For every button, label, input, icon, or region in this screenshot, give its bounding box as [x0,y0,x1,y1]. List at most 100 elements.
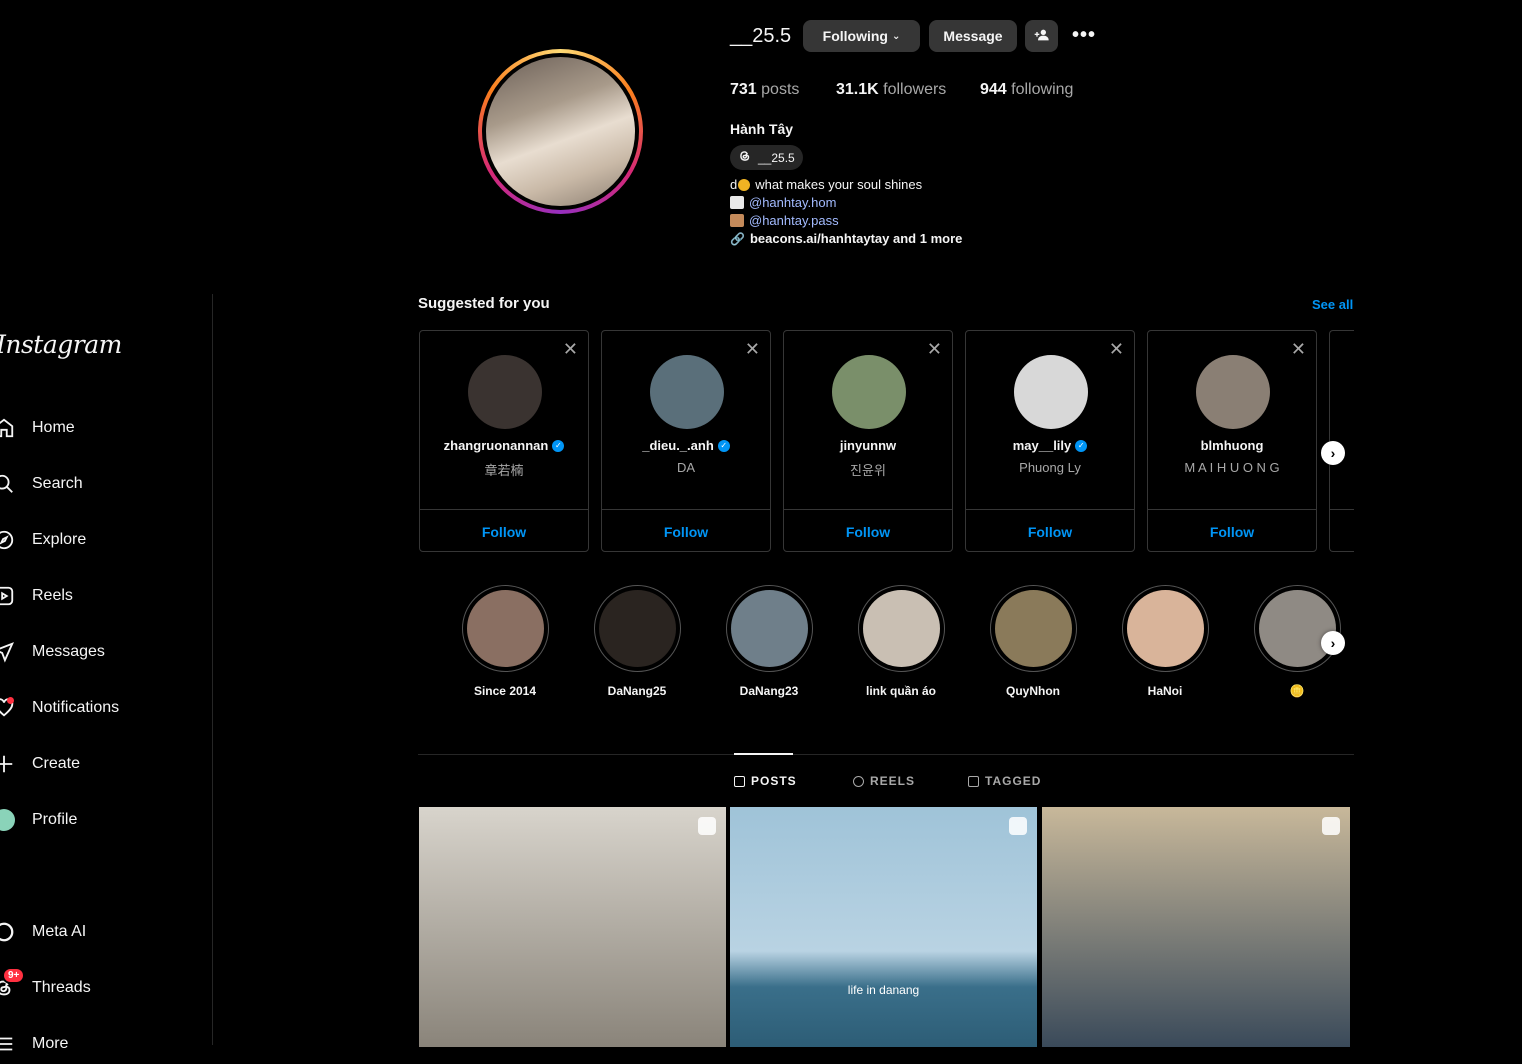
dismiss-icon[interactable]: ✕ [745,339,760,360]
nav-search[interactable]: Search [0,464,83,504]
nav-label: Threads [32,979,91,996]
dismiss-icon[interactable]: ✕ [927,339,942,360]
post-thumbnail[interactable] [419,807,726,1047]
avatar[interactable] [832,355,906,429]
card-divider [602,509,770,510]
notification-dot [7,697,14,704]
tag-icon [968,775,979,787]
profile-picture [486,57,635,206]
tab-tagged[interactable]: TAGGED [968,774,1041,788]
dismiss-icon[interactable]: ✕ [1291,339,1306,360]
avatar[interactable] [1014,355,1088,429]
nav-home[interactable]: Home [0,408,75,448]
verified-badge-icon: ✓ [1075,439,1088,452]
verified-badge-icon: ✓ [552,439,565,452]
send-icon [0,640,16,664]
bio-mention-link[interactable]: @hanhtay.hom [749,195,836,210]
threads-profile-link[interactable]: __25.5 [730,145,803,170]
avatar[interactable] [650,355,724,429]
tabs-divider [418,754,1354,755]
followers-label: followers [883,81,947,98]
nav-label: Explore [32,531,87,548]
avatar[interactable] [1196,355,1270,429]
suggested-username[interactable]: zhangruonannan ✓ [420,438,588,453]
profile-full-name: Hành Tây [730,121,794,137]
bio-line-1: d what makes your soul shines [730,177,922,192]
post-caption-overlay: life in danang [847,983,920,997]
link-icon: 🔗 [730,231,745,246]
nav-meta-ai[interactable]: Meta AI [0,912,86,952]
story-highlight[interactable]: QuyNhon [989,585,1077,698]
nav-more[interactable]: More [0,1024,68,1064]
suggested-card: ✕ zhangruonannan ✓ 章若楠 Follow [419,330,589,552]
suggested-next-arrow-icon[interactable]: › [1321,441,1345,465]
nav-label: Home [32,419,75,436]
nav-label: More [32,1035,69,1052]
story-highlight[interactable]: link quần áo [857,585,945,698]
bio-text: what makes your soul shines [755,177,923,192]
follow-button[interactable]: Follow [420,524,588,540]
suggested-username-text: jinyunnw [839,438,897,453]
suggested-username[interactable]: _dieu._.anh ✓ [602,438,770,453]
see-all-link[interactable]: See all [1312,297,1353,312]
tab-posts[interactable]: POSTS [734,774,797,788]
instagram-logo[interactable]: Instagram [0,330,122,359]
more-options-icon[interactable]: ••• [1072,24,1096,47]
nav-notifications[interactable]: Notifications [0,688,119,728]
bio-line-2: @hanhtay.hom [730,195,836,210]
suggested-card: ✕ may__lily ✓ Phuong Ly Follow [965,330,1135,552]
tab-reels[interactable]: REELS [853,774,915,788]
posts-count-value: 731 [730,81,757,98]
highlight-ring [989,585,1077,672]
follow-button[interactable]: Follow [784,524,952,540]
story-highlight[interactable]: DaNang25 [593,585,681,698]
bio-mention-link[interactable]: @hanhtay.pass [749,213,839,228]
story-highlight[interactable]: DaNang23 [725,585,813,698]
suggested-username[interactable]: may__lily ✓ [966,438,1134,453]
tab-label: REELS [870,774,916,788]
highlights-next-arrow-icon[interactable]: › [1321,631,1345,655]
follow-button[interactable]: Follow [602,524,770,540]
highlight-ring [461,585,549,672]
bio-external-link[interactable]: 🔗 beacons.ai/hanhtaytay and 1 more [730,231,962,246]
suggested-card: ✕ jinyunnw 진윤위 Follow [783,330,953,552]
suggested-username-text: _dieu._.anh [642,438,714,453]
threads-handle: __25.5 [758,150,795,165]
nav-messages[interactable]: Messages [0,632,105,672]
posts-label: posts [761,81,800,98]
story-highlight[interactable]: Since 2014 [461,585,549,698]
suggest-users-button[interactable] [1025,20,1058,52]
chevron-down-icon: ⌄ [891,30,901,42]
avatar[interactable] [468,355,542,429]
suggested-subtitle: 진윤위 [850,463,886,478]
active-tab-indicator [734,753,793,755]
profile-picture-story-ring[interactable] [478,49,643,214]
compass-icon [0,528,16,552]
nav-explore[interactable]: Explore [0,520,86,560]
highlight-thumbnail [1258,590,1336,667]
suggested-username[interactable]: jinyunnw [784,438,952,453]
reel-type-icon [698,817,716,835]
nav-threads[interactable]: 9+ Threads [0,967,91,1008]
dismiss-icon[interactable]: ✕ [563,339,578,360]
suggested-username-text: may__lily [1012,438,1072,453]
following-button[interactable]: Following ⌄ [803,20,920,52]
nav-label: Create [32,755,81,772]
nav-profile[interactable]: Profile [0,800,77,840]
bio-external-link-text: beacons.ai/hanhtaytay and 1 more [749,231,963,246]
post-thumbnail[interactable] [1042,807,1350,1047]
message-button[interactable]: Message [929,20,1017,52]
story-highlight[interactable]: HaNoi [1121,585,1209,698]
reels-icon [0,584,16,608]
follow-button[interactable]: Follow [1148,524,1316,540]
following-count[interactable]: 944 following [980,81,1073,99]
dismiss-icon[interactable]: ✕ [1109,339,1124,360]
search-icon [0,472,16,496]
card-divider [784,509,952,510]
post-thumbnail[interactable]: life in danang [730,807,1037,1047]
nav-reels[interactable]: Reels [0,576,73,616]
suggested-username[interactable]: blmhuong [1148,438,1316,453]
followers-count[interactable]: 31.1K followers [836,81,946,99]
follow-button[interactable]: Follow [966,524,1134,540]
nav-create[interactable]: Create [0,744,80,784]
